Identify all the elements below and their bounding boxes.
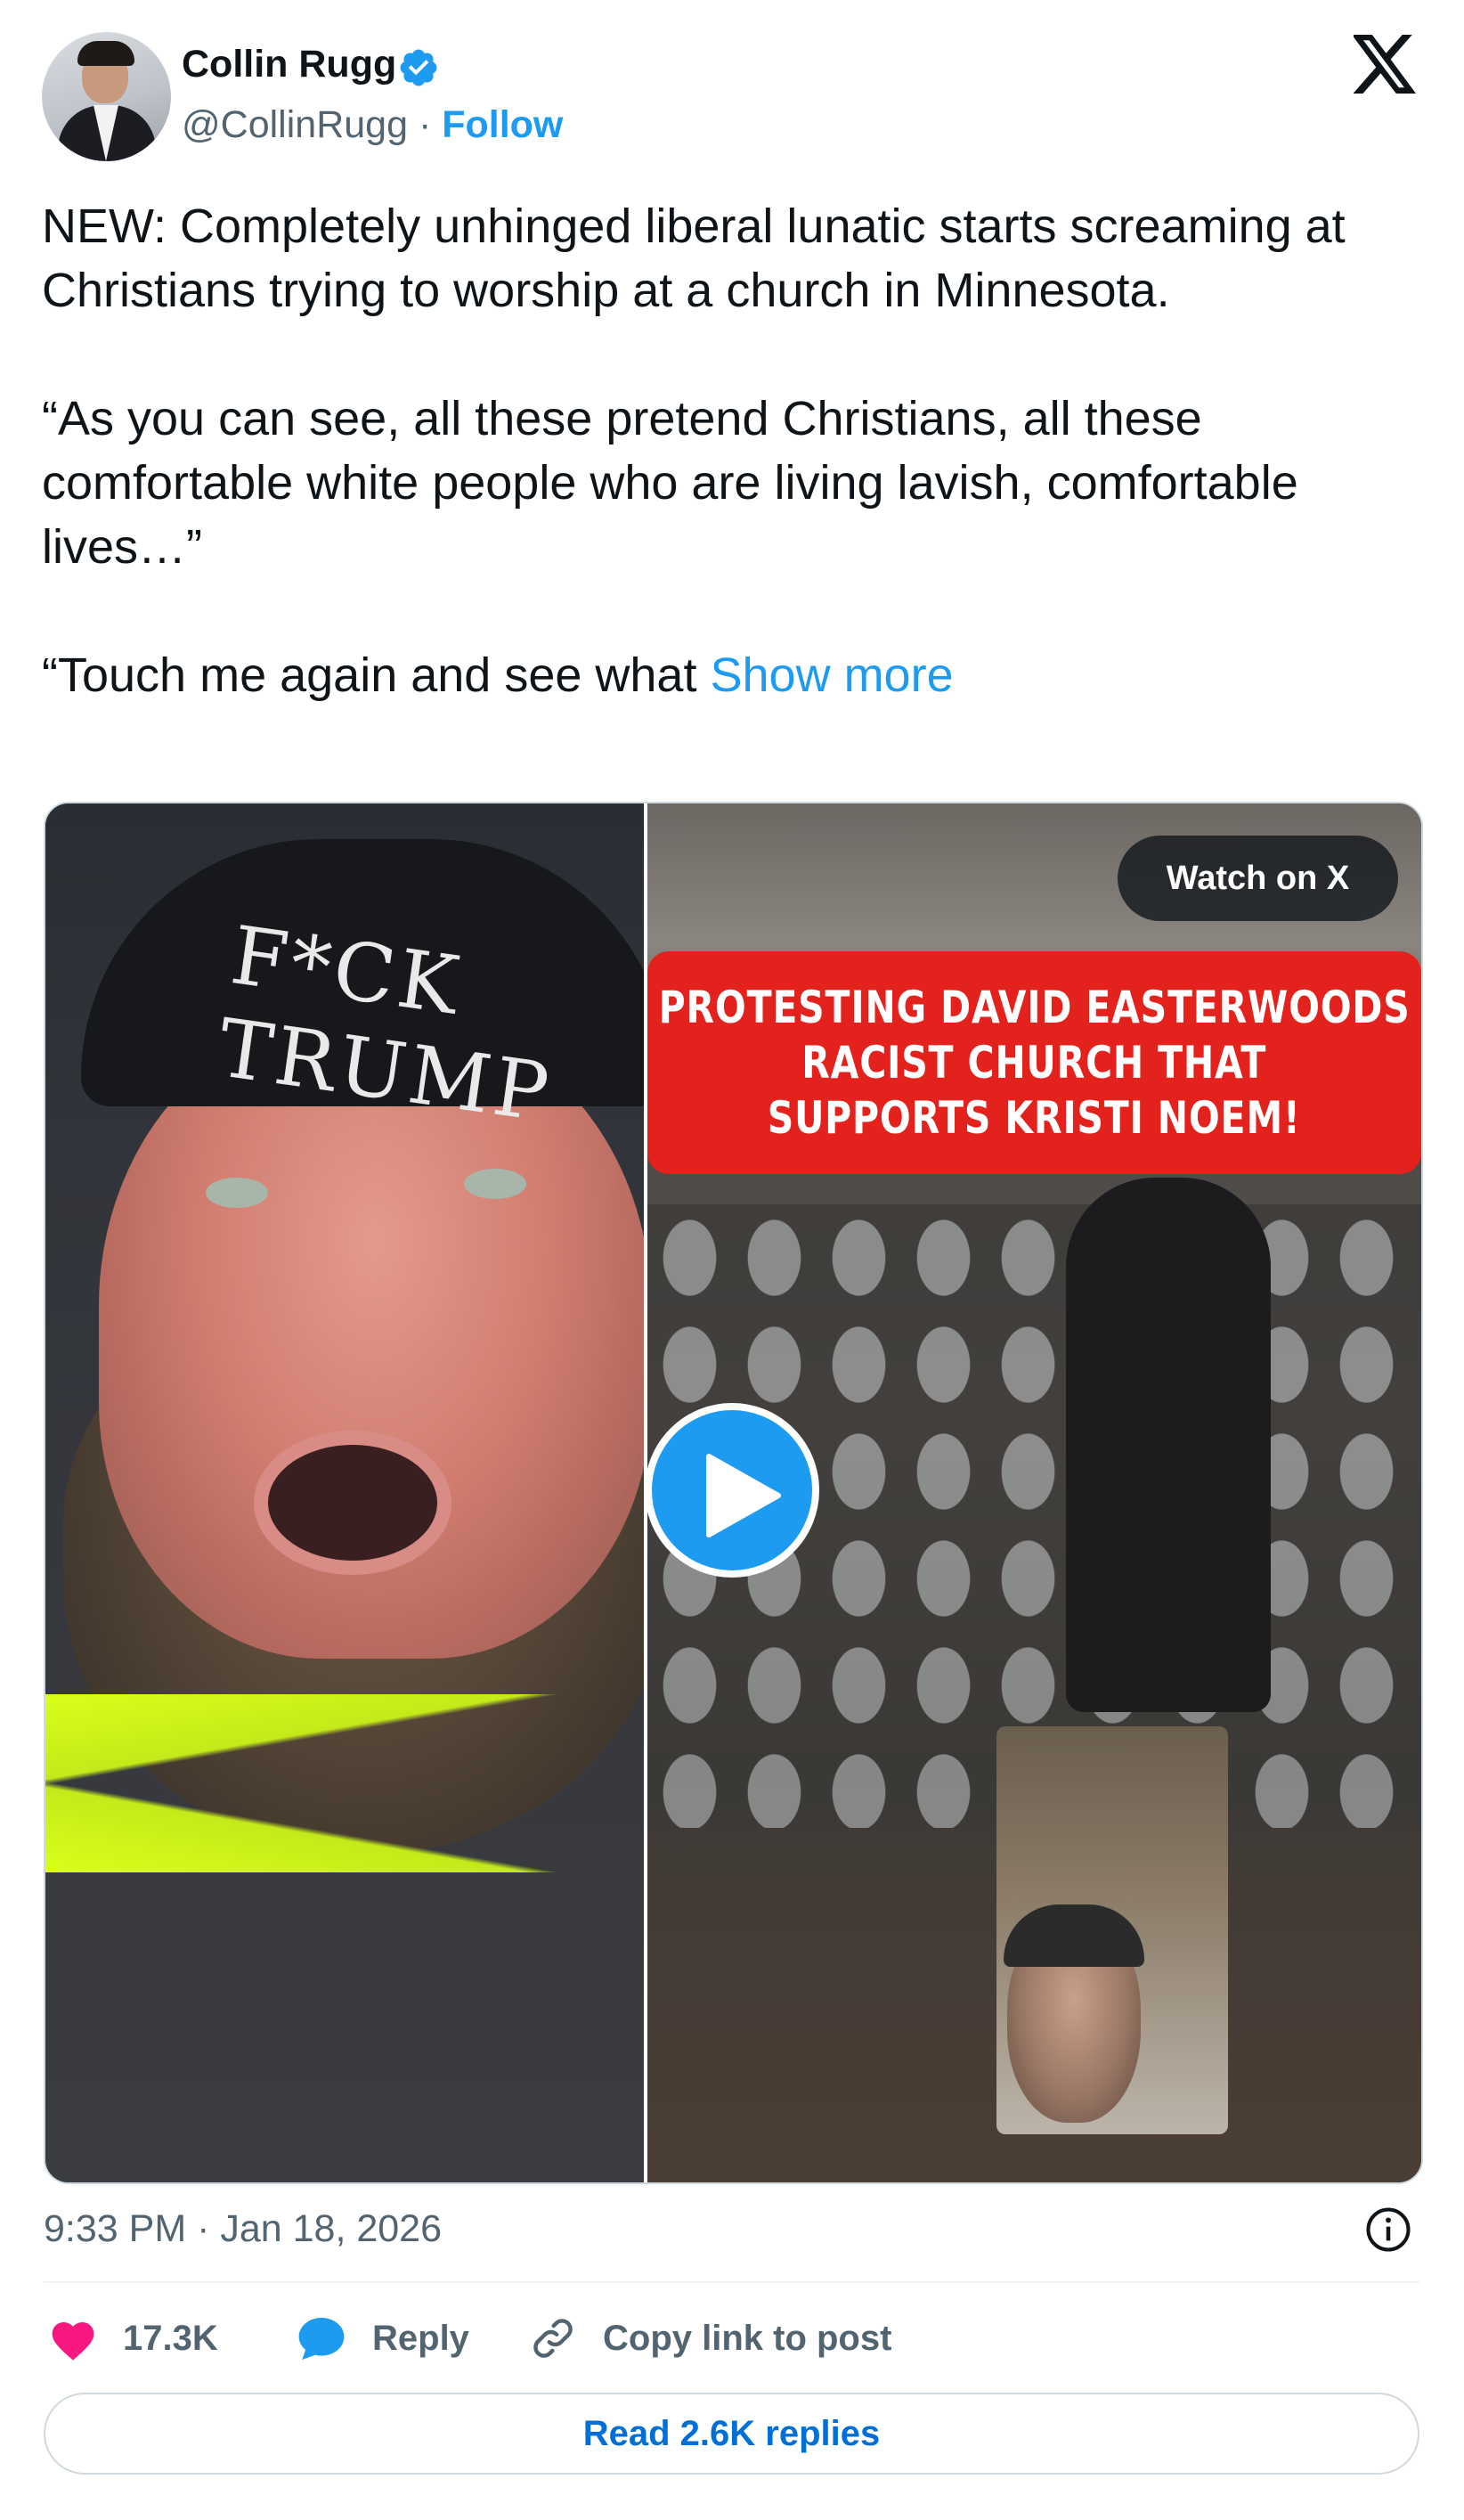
watch-on-x-button[interactable]: Watch on X: [1118, 836, 1398, 921]
x-logo-icon[interactable]: [1354, 34, 1418, 94]
read-replies-button[interactable]: Read 2.6K replies: [44, 2393, 1419, 2475]
author-name[interactable]: Collin Rugg: [182, 43, 396, 86]
vest-stripe: [45, 1694, 644, 1872]
picture-in-picture-inset: [996, 1726, 1228, 2134]
tweet-paragraph: NEW: Completely unhinged liberal lunatic…: [42, 200, 1346, 317]
banner-line: PROTESTING DAVID EASTERWOODS: [658, 982, 1411, 1033]
copy-link-label: Copy link to post: [603, 2318, 892, 2358]
author-handle-row: @CollinRugg · Follow: [182, 103, 563, 147]
eye: [206, 1178, 268, 1208]
reply-label: Reply: [372, 2318, 469, 2358]
standing-person: [1066, 1178, 1271, 1712]
speech-bubble-icon: [298, 2318, 345, 2361]
follow-button[interactable]: Follow: [442, 103, 563, 146]
show-more-link[interactable]: Show more: [710, 648, 953, 702]
play-button[interactable]: [645, 1403, 819, 1578]
reply-button[interactable]: Reply: [296, 2307, 469, 2369]
handle-separator: ·: [418, 103, 432, 146]
verified-badge-icon: [400, 49, 437, 86]
banner-line: RACIST CHURCH THAT: [801, 1037, 1267, 1089]
info-icon[interactable]: [1364, 2206, 1412, 2254]
author-handle[interactable]: @CollinRugg: [182, 103, 408, 146]
copy-link-button[interactable]: Copy link to post: [528, 2307, 891, 2369]
tweet-embed-card: Collin Rugg @CollinRugg · Follow NEW: Co…: [0, 0, 1464, 2520]
heart-icon: [52, 2322, 94, 2361]
banner-line: SUPPORTS KRISTI NOEM!: [768, 1092, 1301, 1144]
tweet-paragraph: “As you can see, all these pretend Chris…: [42, 392, 1298, 574]
tweet-paragraph: “Touch me again and see what Show more: [42, 643, 1431, 707]
like-button[interactable]: 17.3K: [48, 2307, 218, 2369]
timestamp[interactable]: 9:33 PM · Jan 18, 2026: [44, 2207, 442, 2251]
avatar-hair: [77, 41, 134, 66]
red-banner: PROTESTING DAVID EASTERWOODS RACIST CHUR…: [647, 951, 1421, 1174]
eye: [464, 1169, 526, 1199]
footer-divider: [44, 2281, 1419, 2283]
like-count: 17.3K: [123, 2318, 218, 2358]
video-left-pane: F*CK TRUMP: [45, 803, 644, 2182]
play-icon: [706, 1454, 781, 1537]
link-icon: [533, 2319, 573, 2358]
mouth: [268, 1445, 437, 1561]
pip-cap: [1004, 1904, 1144, 1967]
avatar[interactable]: [42, 32, 171, 161]
tweet-text: NEW: Completely unhinged liberal lunatic…: [42, 194, 1431, 707]
tweet-paragraph-text: “Touch me again and see what: [42, 648, 697, 702]
